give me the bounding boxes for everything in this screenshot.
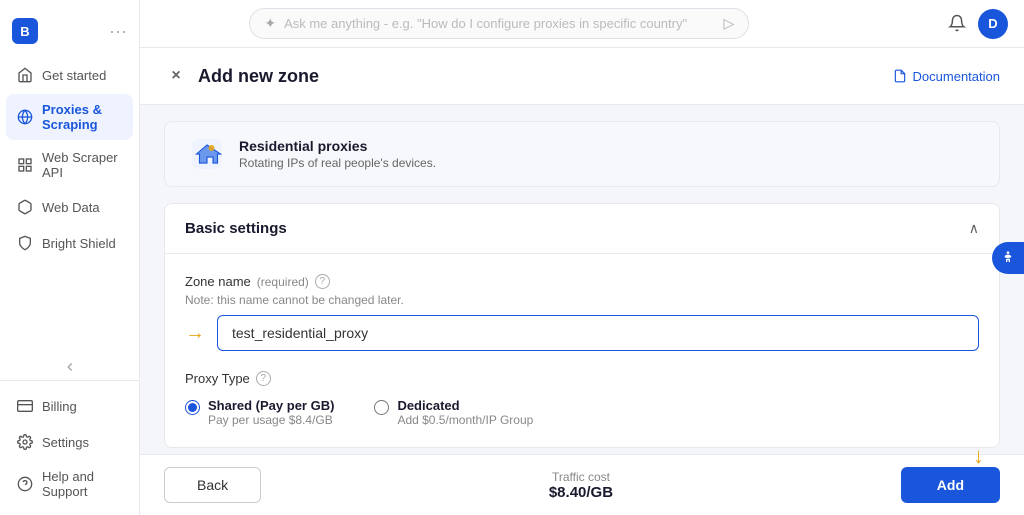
gear-icon xyxy=(16,433,34,451)
sidebar-logo: B ··· xyxy=(0,8,139,54)
credit-card-icon xyxy=(16,397,34,415)
shared-proxy-title: Shared (Pay per GB) xyxy=(208,398,334,413)
shared-proxy-sublabel: Pay per usage $8.4/GB xyxy=(208,413,334,427)
dedicated-proxy-title: Dedicated xyxy=(397,398,533,413)
sidebar-item-settings[interactable]: Settings xyxy=(6,425,133,459)
zone-name-note: Note: this name cannot be changed later. xyxy=(185,293,979,307)
add-arrow-indicator-icon: ↓ xyxy=(973,443,984,469)
user-avatar[interactable]: D xyxy=(978,9,1008,39)
topbar-right: D xyxy=(948,9,1008,39)
sidebar-item-web-scraper-api[interactable]: Web Scraper API xyxy=(6,142,133,188)
sidebar: B ··· Get started Proxies & Scraping Web… xyxy=(0,0,140,515)
sidebar-item-label: Web Data xyxy=(42,200,100,215)
home-icon xyxy=(16,66,34,84)
doc-link-label: Documentation xyxy=(913,69,1000,84)
dedicated-proxy-option[interactable]: Dedicated Add $0.5/month/IP Group xyxy=(374,398,533,427)
proxy-type-banner: Residential proxies Rotating IPs of real… xyxy=(164,121,1000,187)
sidebar-item-label: Bright Shield xyxy=(42,236,116,251)
basic-settings-chevron-icon: ∧ xyxy=(969,220,979,237)
zone-panel-title: Add new zone xyxy=(198,66,319,87)
send-icon[interactable]: ▷ xyxy=(724,15,735,32)
zone-name-info-icon[interactable]: ? xyxy=(315,274,330,289)
proxy-type-info-icon[interactable]: ? xyxy=(256,371,271,386)
box-icon xyxy=(16,198,34,216)
basic-settings-form: Zone name (required) ? Note: this name c… xyxy=(165,254,999,447)
add-button-container: ↓ Add xyxy=(901,467,1000,503)
shared-proxy-radio[interactable] xyxy=(185,400,200,415)
back-button[interactable]: Back xyxy=(164,467,261,503)
brand-logo: B xyxy=(12,18,38,44)
api-icon xyxy=(16,156,34,174)
dedicated-proxy-radio[interactable] xyxy=(374,400,389,415)
proxy-banner-text: Residential proxies Rotating IPs of real… xyxy=(239,138,436,170)
sidebar-item-web-data[interactable]: Web Data xyxy=(6,190,133,224)
sidebar-item-label: Proxies & Scraping xyxy=(42,102,123,132)
bottom-bar: Back Traffic cost $8.40/GB ↓ Add xyxy=(140,454,1024,515)
proxy-banner-title: Residential proxies xyxy=(239,138,436,154)
zone-name-input[interactable] xyxy=(217,315,979,351)
sidebar-item-label: Settings xyxy=(42,435,89,450)
proxy-banner-subtitle: Rotating IPs of real people's devices. xyxy=(239,156,436,170)
zone-title: × Add new zone xyxy=(164,64,319,88)
proxy-type-label: Proxy Type ? xyxy=(185,371,979,386)
sidebar-bottom: Billing Settings Help and Support xyxy=(0,380,139,507)
sidebar-item-label: Web Scraper API xyxy=(42,150,123,180)
ai-search-bar[interactable]: ✦ Ask me anything - e.g. "How do I confi… xyxy=(249,8,749,39)
traffic-cost-display: Traffic cost $8.40/GB xyxy=(549,470,613,501)
sidebar-item-proxies-scraping[interactable]: Proxies & Scraping xyxy=(6,94,133,140)
basic-settings-header[interactable]: Basic settings ∧ xyxy=(165,204,999,254)
basic-settings-section: Basic settings ∧ Zone name (required) ? … xyxy=(164,203,1000,448)
zone-name-label: Zone name (required) ? xyxy=(185,274,979,289)
ai-search-icon: ✦ xyxy=(264,15,276,32)
zone-name-field-group: Zone name (required) ? Note: this name c… xyxy=(185,274,979,351)
arrow-indicator-icon: → xyxy=(185,322,205,345)
sidebar-item-label: Help and Support xyxy=(42,469,123,499)
dedicated-proxy-text: Dedicated Add $0.5/month/IP Group xyxy=(397,398,533,427)
traffic-cost-label: Traffic cost xyxy=(549,470,613,484)
sidebar-collapse-btn[interactable] xyxy=(0,354,139,380)
sidebar-item-label: Get started xyxy=(42,68,106,83)
proxy-type-label-text: Proxy Type xyxy=(185,371,250,386)
shield-icon xyxy=(16,234,34,252)
dedicated-proxy-sublabel: Add $0.5/month/IP Group xyxy=(397,413,533,427)
search-placeholder-text: Ask me anything - e.g. "How do I configu… xyxy=(284,16,715,31)
proxy-type-field-group: Proxy Type ? Shared (Pay per GB) Pay per… xyxy=(185,371,979,427)
help-circle-icon xyxy=(16,475,34,493)
add-button[interactable]: Add xyxy=(901,467,1000,503)
proxy-type-options: Shared (Pay per GB) Pay per usage $8.4/G… xyxy=(185,398,979,427)
zone-name-label-text: Zone name xyxy=(185,274,251,289)
basic-settings-title: Basic settings xyxy=(185,220,287,237)
content-area: × Add new zone Documentation Residential… xyxy=(140,48,1024,454)
notification-bell-icon[interactable] xyxy=(948,14,966,32)
sidebar-item-bright-shield[interactable]: Bright Shield xyxy=(6,226,133,260)
sidebar-item-billing[interactable]: Billing xyxy=(6,389,133,423)
sidebar-item-get-started[interactable]: Get started xyxy=(6,58,133,92)
accessibility-button[interactable] xyxy=(992,242,1024,274)
sidebar-item-label: Billing xyxy=(42,399,77,414)
zone-name-required-text: (required) xyxy=(257,275,309,289)
sidebar-item-help[interactable]: Help and Support xyxy=(6,461,133,507)
zone-name-input-row: → xyxy=(185,315,979,351)
topbar: ✦ Ask me anything - e.g. "How do I confi… xyxy=(140,0,1024,48)
sidebar-more-icon[interactable]: ··· xyxy=(109,21,127,42)
shared-proxy-option[interactable]: Shared (Pay per GB) Pay per usage $8.4/G… xyxy=(185,398,334,427)
globe-icon xyxy=(16,108,34,126)
residential-proxies-icon xyxy=(189,136,225,172)
documentation-link[interactable]: Documentation xyxy=(893,69,1000,84)
zone-header: × Add new zone Documentation xyxy=(140,48,1024,105)
shared-proxy-text: Shared (Pay per GB) Pay per usage $8.4/G… xyxy=(208,398,334,427)
sidebar-nav: Get started Proxies & Scraping Web Scrap… xyxy=(0,58,139,354)
traffic-cost-value: $8.40/GB xyxy=(549,484,613,501)
main-area: ✦ Ask me anything - e.g. "How do I confi… xyxy=(140,0,1024,515)
close-button[interactable]: × xyxy=(164,64,188,88)
